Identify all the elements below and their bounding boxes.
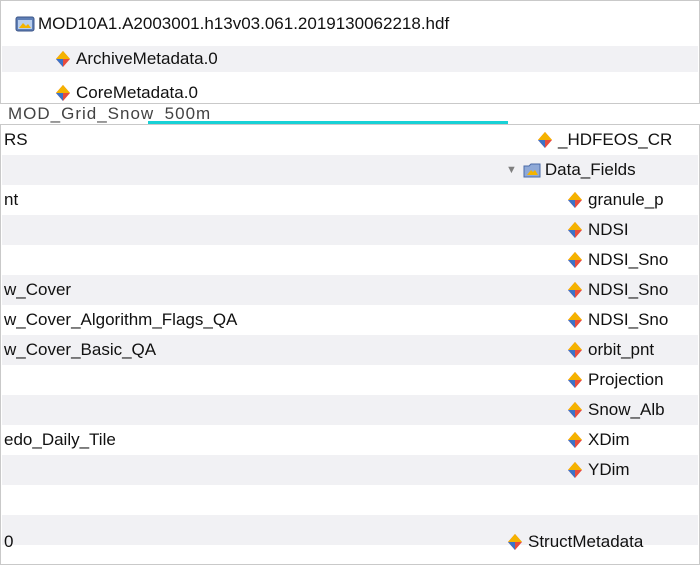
field-row[interactable]: NDSI: [566, 217, 629, 243]
attribute-icon: [566, 401, 584, 419]
attr-row-archive[interactable]: ArchiveMetadata.0: [2, 46, 698, 72]
attribute-icon: [566, 341, 584, 359]
bottom-tree-panel: RS nt w_Cover w_Cover_Algorithm_Flags_QA…: [0, 124, 700, 565]
attr-label: ArchiveMetadata.0: [76, 49, 218, 68]
field-row[interactable]: Projection: [566, 367, 664, 393]
attribute-icon: [566, 431, 584, 449]
hdfeos-attr-row[interactable]: _HDFEOS_CR: [536, 127, 672, 153]
field-row[interactable]: XDim: [566, 427, 630, 453]
attribute-icon: [566, 281, 584, 299]
top-tree-panel: MOD10A1.A2003001.h13v03.061.201913006221…: [0, 0, 700, 104]
field-row[interactable]: NDSI_Sno: [566, 247, 668, 273]
attribute-icon: [566, 461, 584, 479]
left-label[interactable]: w_Cover: [4, 277, 71, 303]
attribute-icon: [54, 50, 72, 68]
disclosure-triangle-icon[interactable]: ▼: [506, 164, 517, 176]
field-row[interactable]: NDSI_Sno: [566, 277, 668, 303]
structmetadata-row[interactable]: StructMetadata: [506, 529, 643, 555]
field-row[interactable]: YDim: [566, 457, 630, 483]
left-label[interactable]: w_Cover_Algorithm_Flags_QA: [4, 307, 237, 333]
field-row[interactable]: Snow_Alb: [566, 397, 665, 423]
field-row[interactable]: NDSI_Sno: [566, 307, 668, 333]
left-label[interactable]: edo_Daily_Tile: [4, 427, 116, 453]
left-label[interactable]: nt: [4, 187, 18, 213]
attr-row-core[interactable]: CoreMetadata.0: [54, 80, 198, 106]
file-row[interactable]: MOD10A1.A2003001.h13v03.061.201913006221…: [15, 11, 449, 37]
attribute-icon: [54, 84, 72, 102]
left-label[interactable]: 0: [4, 529, 13, 555]
field-row[interactable]: granule_p: [566, 187, 664, 213]
hdf-file-icon: [15, 15, 35, 33]
file-name: MOD10A1.A2003001.h13v03.061.201913006221…: [38, 14, 450, 33]
left-label[interactable]: w_Cover_Basic_QA: [4, 337, 156, 363]
data-fields-row[interactable]: ▼ Data_Fields: [506, 157, 636, 183]
folder-icon: [523, 161, 541, 179]
left-label[interactable]: RS: [4, 127, 28, 153]
attribute-icon: [566, 311, 584, 329]
attribute-icon: [506, 533, 524, 551]
field-row[interactable]: orbit_pnt: [566, 337, 654, 363]
attr-label: CoreMetadata.0: [76, 83, 198, 102]
attribute-icon: [566, 371, 584, 389]
attribute-icon: [566, 251, 584, 269]
attribute-icon: [536, 131, 554, 149]
attribute-icon: [566, 221, 584, 239]
attribute-icon: [566, 191, 584, 209]
